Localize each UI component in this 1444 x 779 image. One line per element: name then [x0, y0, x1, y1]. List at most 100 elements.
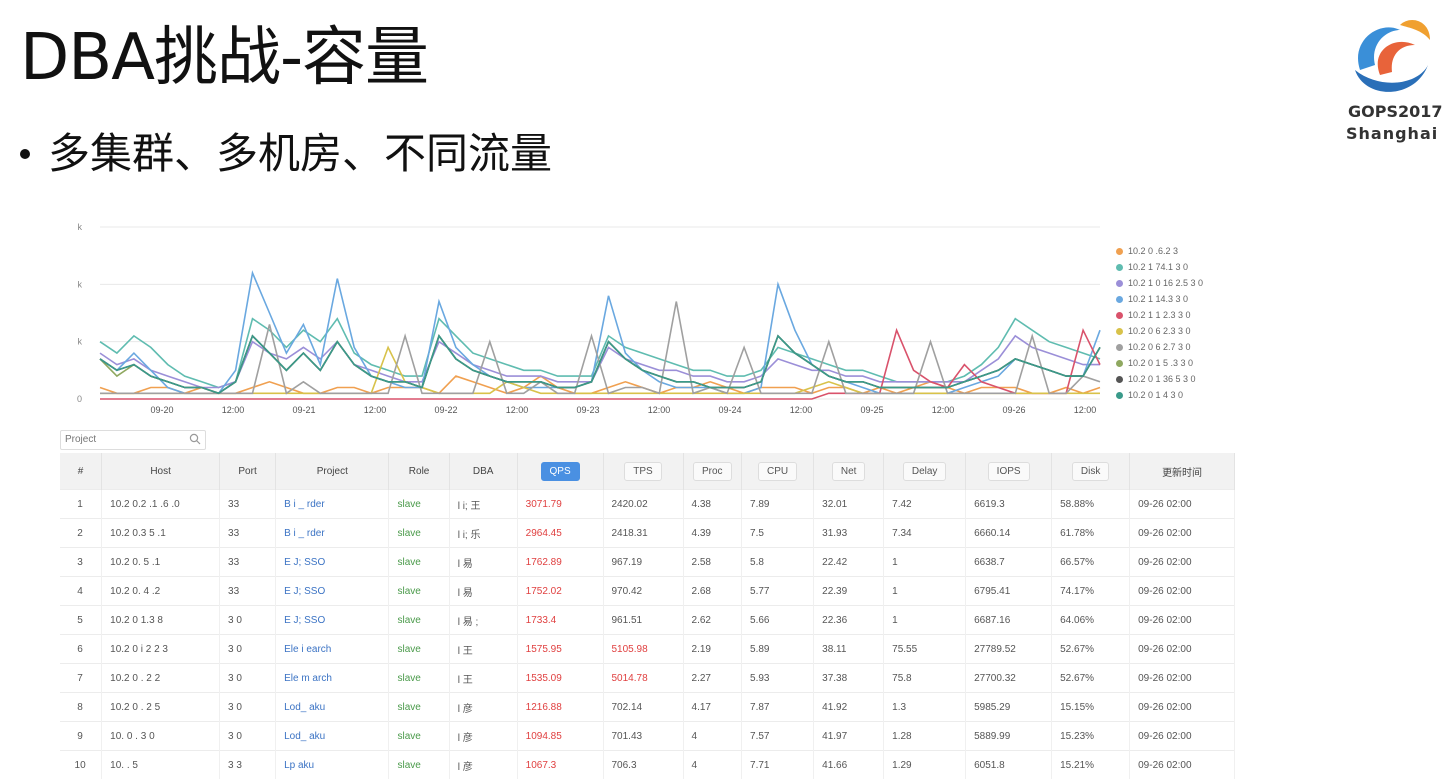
table-cell[interactable]: B i _ rder [276, 490, 389, 519]
column-header[interactable]: Delay [884, 453, 966, 490]
column-header[interactable]: CPU [742, 453, 814, 490]
table-cell: 1535.09 [517, 664, 603, 693]
legend-label: 10.2 1 74.1 3 0 [1128, 262, 1188, 272]
search-icon[interactable] [189, 433, 201, 445]
table-row[interactable]: 810.2 0 . 2 53 0Lod_ akuslavel 彦1216.887… [60, 693, 1235, 722]
column-header[interactable]: Disk [1052, 453, 1130, 490]
slide-title: DBA挑战-容量 [20, 22, 428, 94]
legend-item[interactable]: 10.2 0 1 36 5 3 0 [1116, 371, 1236, 387]
table-cell: 5.89 [742, 635, 814, 664]
table-cell: 970.42 [603, 577, 683, 606]
table-cell: l 王 [449, 635, 517, 664]
table-row[interactable]: 910. 0 . 3 03 0Lod_ akuslavel 彦1094.8570… [60, 722, 1235, 751]
column-header: Project [276, 453, 389, 490]
column-header[interactable]: Net [814, 453, 884, 490]
table-cell: 6660.14 [966, 519, 1052, 548]
table-cell: 5014.78 [603, 664, 683, 693]
table-row[interactable]: 1010. . 53 3Lp akuslavel 彦1067.3706.347.… [60, 751, 1235, 779]
sort-tag-disk[interactable]: Disk [1072, 462, 1109, 481]
column-header[interactable]: IOPS [966, 453, 1052, 490]
table-cell: 10.2 0 . 2 2 [102, 664, 220, 693]
table-row[interactable]: 510.2 0 1.3 83 0E J; SSOslavel 易 ;1733.4… [60, 606, 1235, 635]
table-cell: 5 [60, 606, 102, 635]
legend-swatch [1116, 296, 1123, 303]
sort-tag-iops[interactable]: IOPS [988, 462, 1030, 481]
table-cell[interactable]: Lod_ aku [276, 693, 389, 722]
logo-line2: Shanghai [1346, 124, 1438, 143]
qps-line-chart: 0kkk09-2012:0009-2112:0009-2212:0009-231… [60, 215, 1220, 420]
table-cell: 1 [60, 490, 102, 519]
table-cell: slave [389, 635, 449, 664]
sort-tag-delay[interactable]: Delay [903, 462, 947, 481]
legend-item[interactable]: 10.2 0 1 4 3 0 [1116, 387, 1236, 403]
table-cell[interactable]: E J; SSO [276, 548, 389, 577]
search-input[interactable] [61, 431, 179, 448]
table-cell: 09-26 02:00 [1130, 722, 1235, 751]
x-tick-label: 09-25 [860, 405, 883, 415]
table-cell[interactable]: Ele m arch [276, 664, 389, 693]
sort-tag-tps[interactable]: TPS [624, 462, 661, 481]
table-cell: 3 0 [220, 664, 276, 693]
legend-item[interactable]: 10.2 1 1 2.3 3 0 [1116, 307, 1236, 323]
table-cell: l i; 乐 [449, 519, 517, 548]
legend-item[interactable]: 10.2 1 14.3 3 0 [1116, 291, 1236, 307]
project-search[interactable] [60, 430, 206, 450]
table-cell: l 彦 [449, 722, 517, 751]
legend-item[interactable]: 10.2 0 1 5 .3 3 0 [1116, 355, 1236, 371]
table-cell[interactable]: B i _ rder [276, 519, 389, 548]
legend-item[interactable]: 10.2 0 6 2.3 3 0 [1116, 323, 1236, 339]
column-header[interactable]: QPS [517, 453, 603, 490]
table-cell: 3 0 [220, 606, 276, 635]
table-cell: 7.87 [742, 693, 814, 722]
table-cell: 7.34 [884, 519, 966, 548]
table-cell: 2.19 [683, 635, 742, 664]
table-cell[interactable]: Ele i earch [276, 635, 389, 664]
sort-tag-proc[interactable]: Proc [693, 462, 732, 481]
table-row[interactable]: 410.2 0. 4 .233E J; SSOslavel 易1752.0297… [60, 577, 1235, 606]
table-row[interactable]: 210.2 0.3 5 .133B i _ rderslavel i; 乐296… [60, 519, 1235, 548]
table-cell: slave [389, 548, 449, 577]
table-cell: l 易 [449, 548, 517, 577]
table-cell: slave [389, 722, 449, 751]
table-cell: 38.11 [814, 635, 884, 664]
table-cell: 1 [884, 577, 966, 606]
table-cell: 7.57 [742, 722, 814, 751]
legend-swatch [1116, 248, 1123, 255]
legend-item[interactable]: 10.2 0 6 2.7 3 0 [1116, 339, 1236, 355]
table-cell[interactable]: Lp aku [276, 751, 389, 779]
table-cell: 22.36 [814, 606, 884, 635]
column-header[interactable]: Proc [683, 453, 742, 490]
table-cell[interactable]: E J; SSO [276, 577, 389, 606]
sort-tag-qps[interactable]: QPS [541, 462, 580, 481]
table-row[interactable]: 610.2 0 i 2 2 33 0Ele i earchslavel 王157… [60, 635, 1235, 664]
table-row[interactable]: 710.2 0 . 2 23 0Ele m archslavel 王1535.0… [60, 664, 1235, 693]
table-cell: 6051.8 [966, 751, 1052, 779]
table-row[interactable]: 310.2 0. 5 .133E J; SSOslavel 易1762.8996… [60, 548, 1235, 577]
legend-item[interactable]: 10.2 1 74.1 3 0 [1116, 259, 1236, 275]
sort-tag-cpu[interactable]: CPU [758, 462, 797, 481]
table-row[interactable]: 110.2 0.2 .1 .6 .033B i _ rderslavel i; … [60, 490, 1235, 519]
sort-tag-net[interactable]: Net [832, 462, 866, 481]
legend-label: 10.2 0 6 2.7 3 0 [1128, 342, 1191, 352]
table-cell: 1.28 [884, 722, 966, 751]
table-cell: 702.14 [603, 693, 683, 722]
table-cell: 41.97 [814, 722, 884, 751]
x-tick-label: 12:00 [790, 405, 813, 415]
legend-item[interactable]: 10.2 1 0 16 2.5 3 0 [1116, 275, 1236, 291]
table-cell: 3 0 [220, 635, 276, 664]
column-header[interactable]: TPS [603, 453, 683, 490]
table-cell: 7.42 [884, 490, 966, 519]
table-cell: 9 [60, 722, 102, 751]
table-cell: 41.92 [814, 693, 884, 722]
series-line [100, 273, 1100, 393]
y-tick-label: 0 [77, 394, 82, 404]
legend-item[interactable]: 10.2 0 .6.2 3 [1116, 243, 1236, 259]
table-cell[interactable]: Lod_ aku [276, 722, 389, 751]
table-cell: 5889.99 [966, 722, 1052, 751]
table-cell: 5.8 [742, 548, 814, 577]
table-cell: 41.66 [814, 751, 884, 779]
table-cell[interactable]: E J; SSO [276, 606, 389, 635]
table-cell: 7.5 [742, 519, 814, 548]
table-cell: 31.93 [814, 519, 884, 548]
table-cell: 4.38 [683, 490, 742, 519]
